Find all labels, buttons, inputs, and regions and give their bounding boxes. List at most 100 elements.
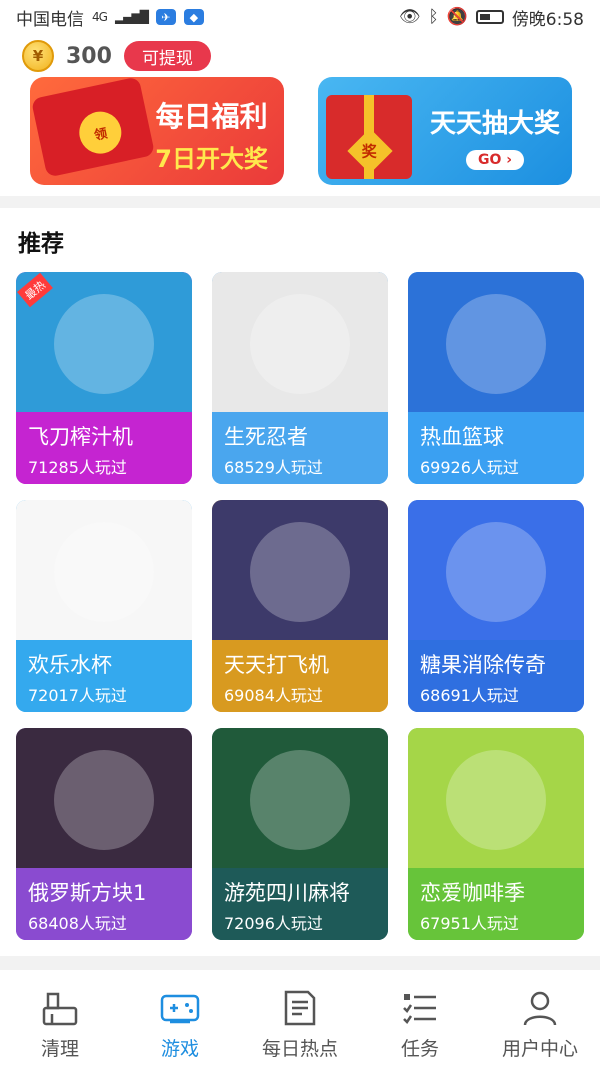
game-thumbnail bbox=[212, 500, 388, 640]
game-play-count: 69084人玩过 bbox=[224, 686, 323, 705]
game-artwork bbox=[446, 294, 546, 394]
game-thumbnail bbox=[408, 500, 584, 640]
mute-icon: 🔕 bbox=[446, 7, 468, 27]
game-grid: 最热 飞刀榨汁机 71285人玩过 生死忍者 68529人玩过 热血篮球 69926人玩过欢… bbox=[16, 272, 586, 940]
game-card[interactable]: 热血篮球 69926人玩过 bbox=[408, 272, 584, 484]
game-card[interactable]: 生死忍者 68529人玩过 bbox=[212, 272, 388, 484]
network-indicator: 4G bbox=[92, 10, 108, 24]
game-name: 欢乐水杯 bbox=[28, 653, 112, 677]
broom-icon bbox=[42, 992, 78, 1026]
notification-shield-icon: ◆ bbox=[183, 9, 204, 25]
daily-welfare-text: 每日福利 7日开大奖 bbox=[155, 95, 268, 174]
game-play-count: 72017人玩过 bbox=[28, 686, 127, 705]
daily-welfare-banner[interactable]: 领 每日福利 7日开大奖 bbox=[30, 77, 284, 185]
game-card[interactable]: 恋爱咖啡季 67951人玩过 bbox=[408, 728, 584, 940]
game-name: 俄罗斯方块1 bbox=[28, 881, 147, 905]
battery-icon bbox=[475, 10, 504, 24]
game-thumbnail bbox=[408, 728, 584, 868]
tab-document[interactable]: 每日热点 bbox=[240, 988, 360, 1067]
game-info: 糖果消除传奇 68691人玩过 bbox=[408, 640, 584, 712]
game-info: 欢乐水杯 72017人玩过 bbox=[16, 640, 192, 712]
bottom-divider bbox=[0, 956, 600, 970]
tab-label: 游戏 bbox=[160, 1038, 199, 1060]
section-title: 推荐 bbox=[18, 231, 64, 257]
game-artwork bbox=[54, 750, 154, 850]
coin-icon: ¥ bbox=[22, 40, 54, 72]
game-info: 俄罗斯方块1 68408人玩过 bbox=[16, 868, 192, 940]
game-card[interactable]: 俄罗斯方块1 68408人玩过 bbox=[16, 728, 192, 940]
status-bar: 中国电信 4G ▂▄▆█ ✈ ◆ 👁 ᛒ 🔕 傍晚6:58 bbox=[0, 0, 600, 34]
game-info: 天天打飞机 69084人玩过 bbox=[212, 640, 388, 712]
eye-icon: 👁 bbox=[398, 7, 421, 27]
daily-welfare-title: 每日福利 bbox=[155, 100, 268, 133]
game-card[interactable]: 天天打飞机 69084人玩过 bbox=[212, 500, 388, 712]
game-play-count: 67951人玩过 bbox=[420, 914, 519, 933]
withdraw-button[interactable]: 可提现 bbox=[123, 41, 211, 71]
lottery-title: 天天抽大奖 bbox=[429, 109, 560, 139]
game-thumbnail bbox=[408, 272, 584, 412]
game-card[interactable]: 欢乐水杯 72017人玩过 bbox=[16, 500, 192, 712]
red-envelope-icon: 领 bbox=[30, 77, 156, 178]
tab-broom[interactable]: 清理 bbox=[0, 988, 120, 1067]
game-name: 游苑四川麻将 bbox=[224, 881, 350, 905]
notification-app-icon: ✈ bbox=[155, 9, 176, 25]
gift-tag: 奖 bbox=[347, 128, 393, 174]
carrier-label: 中国电信 bbox=[16, 9, 84, 30]
game-name: 热血篮球 bbox=[420, 425, 504, 449]
game-info: 生死忍者 68529人玩过 bbox=[212, 412, 388, 484]
game-play-count: 68691人玩过 bbox=[420, 686, 519, 705]
tab-label: 清理 bbox=[40, 1038, 79, 1060]
game-info: 游苑四川麻将 72096人玩过 bbox=[212, 868, 388, 940]
status-left: 中国电信 4G ▂▄▆█ ✈ ◆ bbox=[16, 5, 204, 30]
tab-gamepad[interactable]: 游戏 bbox=[120, 988, 240, 1067]
clock: 傍晚6:58 bbox=[511, 9, 584, 30]
tab-checklist[interactable]: 任务 bbox=[360, 988, 480, 1067]
game-thumbnail bbox=[212, 272, 388, 412]
tab-label: 用户中心 bbox=[501, 1038, 578, 1060]
game-thumbnail bbox=[16, 728, 192, 868]
section-divider bbox=[0, 196, 600, 208]
game-thumbnail bbox=[16, 500, 192, 640]
status-right: 👁 ᛒ 🔕 傍晚6:58 bbox=[399, 5, 584, 30]
envelope-coin: 领 bbox=[75, 107, 126, 158]
game-artwork bbox=[54, 294, 154, 394]
game-info: 热血篮球 69926人玩过 bbox=[408, 412, 584, 484]
game-card[interactable]: 游苑四川麻将 72096人玩过 bbox=[212, 728, 388, 940]
game-play-count: 68529人玩过 bbox=[224, 458, 323, 477]
gamepad-icon bbox=[160, 994, 200, 1024]
game-card[interactable]: 最热 飞刀榨汁机 71285人玩过 bbox=[16, 272, 192, 484]
game-artwork bbox=[446, 522, 546, 622]
game-artwork bbox=[54, 522, 154, 622]
go-button[interactable]: GO › bbox=[465, 150, 525, 170]
game-thumbnail bbox=[212, 728, 388, 868]
game-artwork bbox=[250, 522, 350, 622]
lottery-banner[interactable]: 奖 天天抽大奖 GO › bbox=[318, 77, 572, 185]
game-artwork bbox=[446, 750, 546, 850]
gift-box-icon: 奖 bbox=[326, 95, 412, 179]
go-label: GO bbox=[477, 152, 502, 168]
tab-label: 每日热点 bbox=[261, 1038, 338, 1060]
game-play-count: 72096人玩过 bbox=[224, 914, 323, 933]
signal-icon: ▂▄▆█ bbox=[114, 10, 149, 24]
bottom-tab-bar: 清理 游戏 每日热点 任务 用户中心 bbox=[0, 988, 600, 1067]
lottery-text: 天天抽大奖 GO › bbox=[430, 103, 560, 170]
user-icon bbox=[523, 991, 557, 1026]
game-play-count: 71285人玩过 bbox=[28, 458, 127, 477]
daily-welfare-subtitle: 7日开大奖 bbox=[155, 145, 268, 173]
gift-tag-label: 奖 bbox=[362, 142, 378, 161]
tab-label: 任务 bbox=[400, 1038, 439, 1060]
bluetooth-icon: ᛒ bbox=[428, 7, 439, 27]
game-name: 恋爱咖啡季 bbox=[420, 881, 525, 905]
game-name: 天天打飞机 bbox=[224, 653, 329, 677]
checklist-icon bbox=[403, 994, 436, 1024]
game-info: 恋爱咖啡季 67951人玩过 bbox=[408, 868, 584, 940]
tab-user[interactable]: 用户中心 bbox=[480, 988, 600, 1067]
game-artwork bbox=[250, 294, 350, 394]
document-icon bbox=[284, 990, 316, 1026]
wallet-row: ¥ 300 可提现 bbox=[22, 38, 211, 74]
game-play-count: 69926人玩过 bbox=[420, 458, 519, 477]
game-name: 糖果消除传奇 bbox=[420, 653, 546, 677]
game-artwork bbox=[250, 750, 350, 850]
game-card[interactable]: 糖果消除传奇 68691人玩过 bbox=[408, 500, 584, 712]
game-play-count: 68408人玩过 bbox=[28, 914, 127, 933]
